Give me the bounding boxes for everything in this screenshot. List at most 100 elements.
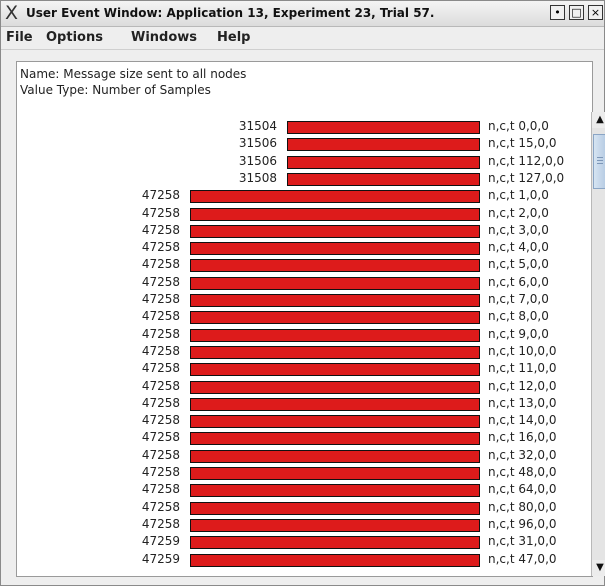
- chart-row[interactable]: 47258 n,c,t 5,0,0: [17, 256, 589, 274]
- bar-category-label: n,c,t 9,0,0: [488, 327, 549, 341]
- menu-help[interactable]: Help: [217, 30, 250, 45]
- vertical-scrollbar[interactable]: ▲ ▼: [591, 112, 605, 576]
- bar-value-label: 47258: [141, 517, 180, 531]
- bar-value-label: 47258: [141, 482, 180, 496]
- bar-category-label: n,c,t 15,0,0: [488, 136, 557, 150]
- bar[interactable]: [190, 398, 480, 411]
- bar[interactable]: [190, 536, 480, 549]
- scrollbar-thumb[interactable]: [593, 134, 605, 189]
- chart-row[interactable]: 31504 n,c,t 0,0,0: [17, 118, 589, 136]
- bar-category-label: n,c,t 8,0,0: [488, 309, 549, 323]
- bar-value-label: 47258: [141, 240, 180, 254]
- bar-category-label: n,c,t 4,0,0: [488, 240, 549, 254]
- bar-value-label: 47258: [141, 188, 180, 202]
- chart-row[interactable]: 47258 n,c,t 14,0,0: [17, 412, 589, 430]
- bar-category-label: n,c,t 32,0,0: [488, 448, 557, 462]
- chart-row[interactable]: 47258 n,c,t 9,0,0: [17, 326, 589, 344]
- bar-value-label: 47258: [141, 500, 180, 514]
- chart-row[interactable]: 47258 n,c,t 3,0,0: [17, 222, 589, 240]
- chart-row[interactable]: 47258 n,c,t 48,0,0: [17, 464, 589, 482]
- bar[interactable]: [190, 259, 480, 272]
- bar-category-label: n,c,t 3,0,0: [488, 223, 549, 237]
- scroll-up-button[interactable]: ▲: [592, 112, 605, 128]
- chart-row[interactable]: 47258 n,c,t 6,0,0: [17, 274, 589, 292]
- bar-category-label: n,c,t 80,0,0: [488, 500, 557, 514]
- bar-category-label: n,c,t 5,0,0: [488, 257, 549, 271]
- bar-category-label: n,c,t 127,0,0: [488, 171, 565, 185]
- bar-value-label: 47258: [141, 257, 180, 271]
- bar[interactable]: [190, 381, 480, 394]
- menu-options[interactable]: Options: [46, 30, 103, 45]
- bar-category-label: n,c,t 14,0,0: [488, 413, 557, 427]
- chart-row[interactable]: 47258 n,c,t 10,0,0: [17, 343, 589, 361]
- minimize-button[interactable]: •: [550, 5, 565, 20]
- scroll-down-button[interactable]: ▼: [592, 560, 605, 576]
- bar-value-label: 47258: [141, 465, 180, 479]
- bar-value-label: 47259: [141, 552, 180, 566]
- bar-value-label: 31506: [238, 136, 277, 150]
- bar[interactable]: [287, 173, 480, 186]
- bar[interactable]: [287, 138, 480, 151]
- bar-category-label: n,c,t 12,0,0: [488, 379, 557, 393]
- title-bar[interactable]: X User Event Window: Application 13, Exp…: [1, 1, 604, 27]
- bar[interactable]: [190, 467, 480, 480]
- chart-row[interactable]: 47258 n,c,t 8,0,0: [17, 308, 589, 326]
- bar[interactable]: [190, 484, 480, 497]
- chart-row[interactable]: 47258 n,c,t 16,0,0: [17, 429, 589, 447]
- bar[interactable]: [190, 225, 480, 238]
- bar-value-label: 47259: [141, 534, 180, 548]
- chart-row[interactable]: 47258 n,c,t 96,0,0: [17, 516, 589, 534]
- bar-category-label: n,c,t 31,0,0: [488, 534, 557, 548]
- chart-row[interactable]: 47258 n,c,t 4,0,0: [17, 239, 589, 257]
- bar[interactable]: [190, 190, 480, 203]
- bar[interactable]: [287, 156, 480, 169]
- bar-value-label: 47258: [141, 309, 180, 323]
- bar[interactable]: [190, 415, 480, 428]
- bar-category-label: n,c,t 7,0,0: [488, 292, 549, 306]
- bar[interactable]: [190, 311, 480, 324]
- bar[interactable]: [190, 329, 480, 342]
- bar[interactable]: [190, 277, 480, 290]
- bar-value-label: 47258: [141, 448, 180, 462]
- chart-row[interactable]: 47258 n,c,t 13,0,0: [17, 395, 589, 413]
- maximize-button[interactable]: □: [569, 5, 584, 20]
- chart-row[interactable]: 47258 n,c,t 7,0,0: [17, 291, 589, 309]
- bar[interactable]: [190, 346, 480, 359]
- chart-row[interactable]: 31508 n,c,t 127,0,0: [17, 170, 589, 188]
- bar-category-label: n,c,t 112,0,0: [488, 154, 565, 168]
- bar-value-label: 47258: [141, 206, 180, 220]
- chart-row[interactable]: 47259 n,c,t 47,0,0: [17, 551, 589, 569]
- bar[interactable]: [190, 450, 480, 463]
- bar-value-label: 47258: [141, 430, 180, 444]
- chart-row[interactable]: 47258 n,c,t 12,0,0: [17, 378, 589, 396]
- bar[interactable]: [190, 363, 480, 376]
- bar[interactable]: [190, 502, 480, 515]
- bar-value-label: 47258: [141, 275, 180, 289]
- bar[interactable]: [190, 519, 480, 532]
- chart-row[interactable]: 47258 n,c,t 32,0,0: [17, 447, 589, 465]
- bar[interactable]: [190, 294, 480, 307]
- chart-row[interactable]: 47258 n,c,t 1,0,0: [17, 187, 589, 205]
- chart-row[interactable]: 47258 n,c,t 64,0,0: [17, 481, 589, 499]
- bar[interactable]: [287, 121, 480, 134]
- chart-row[interactable]: 47258 n,c,t 11,0,0: [17, 360, 589, 378]
- window-title: User Event Window: Application 13, Exper…: [26, 6, 435, 20]
- chart-row[interactable]: 47258 n,c,t 80,0,0: [17, 499, 589, 517]
- arrow-down-icon: ▼: [596, 562, 604, 573]
- menu-file[interactable]: File: [6, 30, 33, 45]
- chart-row[interactable]: 31506 n,c,t 15,0,0: [17, 135, 589, 153]
- bar[interactable]: [190, 242, 480, 255]
- close-button[interactable]: ×: [588, 5, 603, 20]
- bar-value-label: 47258: [141, 379, 180, 393]
- chart-row[interactable]: 31506 n,c,t 112,0,0: [17, 153, 589, 171]
- event-name-label: Name: Message size sent to all nodes: [20, 67, 247, 81]
- menu-windows[interactable]: Windows: [131, 30, 197, 45]
- chart-row[interactable]: 47259 n,c,t 31,0,0: [17, 533, 589, 551]
- bar-category-label: n,c,t 1,0,0: [488, 188, 549, 202]
- chart-row[interactable]: 47258 n,c,t 2,0,0: [17, 205, 589, 223]
- bar[interactable]: [190, 432, 480, 445]
- bar-category-label: n,c,t 48,0,0: [488, 465, 557, 479]
- bar[interactable]: [190, 208, 480, 221]
- bar-value-label: 31508: [238, 171, 277, 185]
- bar[interactable]: [190, 554, 480, 567]
